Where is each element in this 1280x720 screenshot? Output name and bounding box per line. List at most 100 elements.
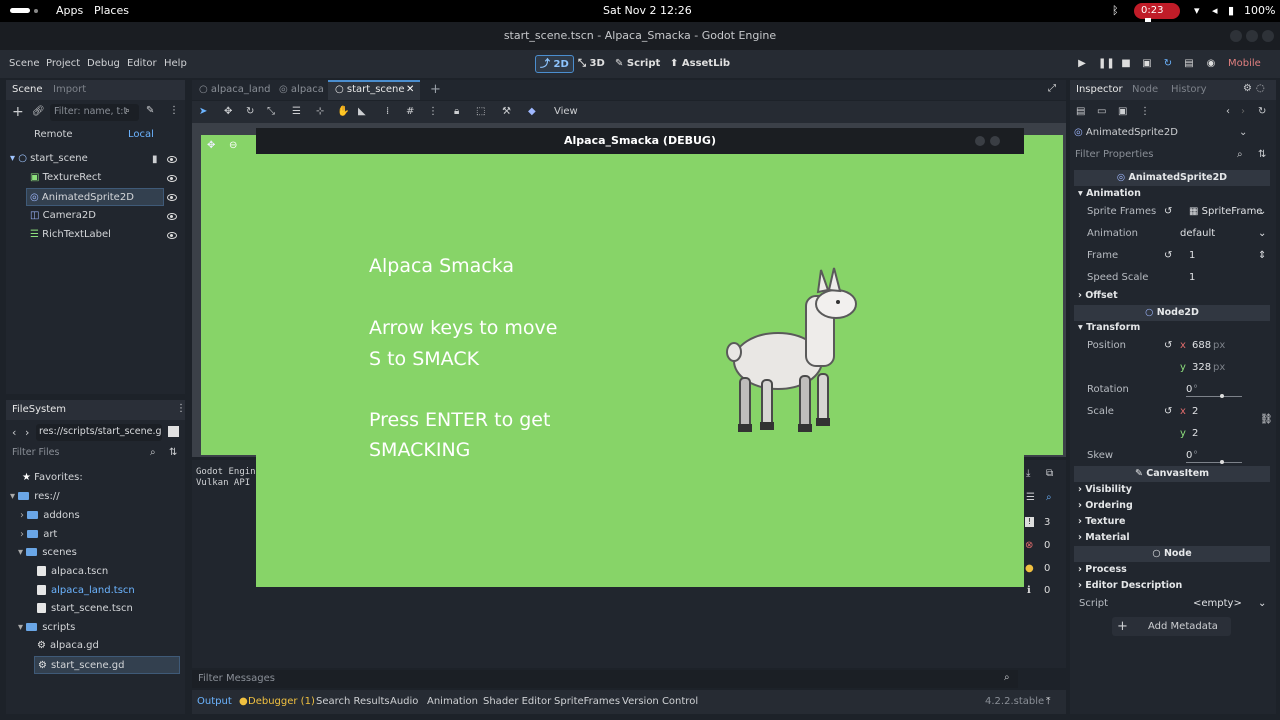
close-tab-icon[interactable]: ✕: [406, 84, 414, 95]
rotation-slider-handle[interactable]: [1220, 394, 1224, 398]
sort-icon[interactable]: ⇅: [169, 447, 177, 458]
section-editor-description[interactable]: › Editor Description: [1078, 580, 1182, 591]
section-offset[interactable]: › Offset: [1078, 290, 1118, 301]
scale-x-field[interactable]: 2: [1192, 402, 1198, 422]
remote-button[interactable]: Remote: [34, 129, 73, 140]
mode-assetlib-button[interactable]: ⬆ AssetLib: [666, 55, 734, 73]
fs-file-start-scene-tscn[interactable]: start_scene.tscn: [37, 600, 133, 618]
error-count-badge[interactable]: ⊗ 0: [1022, 540, 1058, 556]
split-mode-icon[interactable]: [168, 426, 179, 437]
tab-version-control[interactable]: Version Control: [622, 696, 698, 707]
mode-script-button[interactable]: ✎ Script: [611, 55, 664, 73]
clear-icon[interactable]: ⧉: [1046, 468, 1053, 479]
expand-panel-icon[interactable]: ⤒: [1046, 696, 1050, 707]
mode-2d-button[interactable]: ⤴ 2D: [535, 55, 574, 73]
play-icon[interactable]: ▶: [1076, 58, 1088, 70]
fs-file-alpaca-gd[interactable]: ⚙ alpaca.gd: [37, 637, 99, 655]
section-texture[interactable]: › Texture: [1078, 516, 1125, 527]
reload-icon[interactable]: ↻: [1162, 58, 1174, 70]
warning-count-badge[interactable]: ● 0: [1022, 563, 1058, 579]
tab-inspector[interactable]: Inspector: [1076, 84, 1123, 95]
tab-start-scene[interactable]: ○ start_scene ✕: [328, 80, 420, 100]
section-animation[interactable]: ▾ Animation: [1078, 188, 1141, 199]
apps-menu[interactable]: Apps: [56, 4, 83, 17]
position-x-field[interactable]: 688: [1192, 336, 1211, 356]
save-icon[interactable]: ▣: [1118, 106, 1127, 117]
more-icon[interactable]: ⋮: [428, 106, 438, 117]
local-button[interactable]: Local: [128, 129, 154, 140]
section-ordering[interactable]: › Ordering: [1078, 500, 1133, 511]
history-back-icon[interactable]: ‹: [1226, 106, 1230, 117]
chevron-down-icon[interactable]: ⌄: [1258, 202, 1266, 222]
open-folder-icon[interactable]: ▭: [1097, 106, 1106, 117]
group-icon[interactable]: ⬚: [476, 106, 485, 117]
move-gizmo-icon[interactable]: ✥: [207, 140, 215, 151]
section-visibility[interactable]: › Visibility: [1078, 484, 1132, 495]
section-process[interactable]: › Process: [1078, 564, 1127, 575]
skew-slider-track[interactable]: [1186, 462, 1242, 463]
tab-spriteframes[interactable]: SpriteFrames: [554, 696, 620, 707]
tab-scene[interactable]: Scene: [12, 84, 43, 95]
tab-alpaca[interactable]: ◎ alpaca: [279, 84, 324, 95]
visibility-eye-icon[interactable]: [167, 232, 177, 239]
recording-indicator[interactable]: 0:23: [1134, 3, 1180, 24]
rotation-field[interactable]: 0: [1186, 380, 1192, 400]
message-count-badge[interactable]: ! 3: [1022, 517, 1058, 533]
list-tool-icon[interactable]: ☰: [292, 106, 301, 117]
visibility-eye-icon[interactable]: [167, 194, 177, 201]
visibility-eye-icon[interactable]: [167, 156, 177, 163]
fs-file-alpaca-tscn[interactable]: alpaca.tscn: [37, 563, 108, 581]
remote-debug-icon[interactable]: ▣: [1141, 58, 1153, 70]
rotation-slider-track[interactable]: [1186, 396, 1242, 397]
tab-audio[interactable]: Audio: [390, 696, 418, 707]
link-icon[interactable]: 🔗︎: [32, 106, 45, 117]
sprite-frames-value[interactable]: ▦ SpriteFrame: [1189, 202, 1262, 222]
tab-alpaca-land[interactable]: ○ alpaca_land: [199, 84, 271, 95]
battery-icon[interactable]: ▮: [1228, 4, 1234, 17]
sprite-icon[interactable]: ◆: [528, 106, 536, 117]
fs-file-start-scene-gd[interactable]: ⚙ start_scene.gd: [34, 656, 180, 674]
fs-folder-art[interactable]: › art: [20, 526, 57, 544]
forward-icon[interactable]: ›: [25, 426, 29, 439]
tab-history[interactable]: History: [1171, 84, 1207, 95]
tree-node-camera2d[interactable]: ◫ Camera2D: [30, 207, 180, 225]
revert-icon[interactable]: ↺: [1164, 402, 1172, 422]
fs-folder-res[interactable]: ▾ res://: [10, 488, 60, 506]
filter-files-input[interactable]: Filter Files: [8, 446, 163, 462]
skew-slider-handle[interactable]: [1220, 460, 1224, 464]
rotate-tool-icon[interactable]: ↻: [246, 106, 254, 117]
wifi-icon[interactable]: ▾: [1194, 4, 1200, 17]
position-y-field[interactable]: 328: [1192, 358, 1211, 378]
animation-select[interactable]: default: [1180, 224, 1215, 244]
tab-shader-editor[interactable]: Shader Editor: [483, 696, 551, 707]
spinner-icon[interactable]: ⇕: [1258, 246, 1266, 266]
new-resource-icon[interactable]: ▤: [1076, 106, 1085, 117]
menu-help[interactable]: Help: [164, 58, 187, 69]
stop-button-icon[interactable]: ■: [1120, 58, 1132, 70]
fs-folder-scripts[interactable]: ▾ scripts: [18, 619, 75, 637]
tab-animation[interactable]: Animation: [427, 696, 478, 707]
close-icon[interactable]: [1262, 30, 1274, 42]
scale-tool-icon[interactable]: ⤡: [267, 106, 275, 117]
bluetooth-icon[interactable]: ᛒ: [1112, 4, 1119, 17]
dock-options-icon[interactable]: ⚙: [1243, 83, 1252, 94]
renderer-select[interactable]: Mobile: [1228, 58, 1261, 69]
tree-node-animatedsprite2d[interactable]: ◎ AnimatedSprite2D: [26, 188, 164, 206]
scale-y-field[interactable]: 2: [1192, 424, 1198, 444]
select-tool-icon[interactable]: ➤: [199, 106, 207, 117]
favorites-row[interactable]: ★ Favorites:: [22, 469, 83, 487]
mode-3d-button[interactable]: ⤡ 3D: [574, 55, 609, 73]
menu-debug[interactable]: Debug: [87, 58, 120, 69]
menu-editor[interactable]: Editor: [127, 58, 157, 69]
history-list-icon[interactable]: ↻: [1258, 106, 1266, 117]
tab-search-results[interactable]: Search Results: [316, 696, 390, 707]
ruler-tool-icon[interactable]: ◣: [358, 106, 366, 117]
tab-node[interactable]: Node: [1132, 84, 1158, 95]
pivot-tool-icon[interactable]: ⊹: [316, 106, 324, 117]
script-value[interactable]: <empty>: [1193, 594, 1242, 614]
history-forward-icon[interactable]: ›: [1241, 106, 1245, 117]
script-attach-icon[interactable]: ✎: [146, 105, 154, 116]
zoom-out-icon[interactable]: ⊖: [229, 140, 237, 151]
add-node-icon[interactable]: +: [12, 104, 24, 120]
chevron-down-icon[interactable]: ⌄: [1258, 224, 1266, 244]
